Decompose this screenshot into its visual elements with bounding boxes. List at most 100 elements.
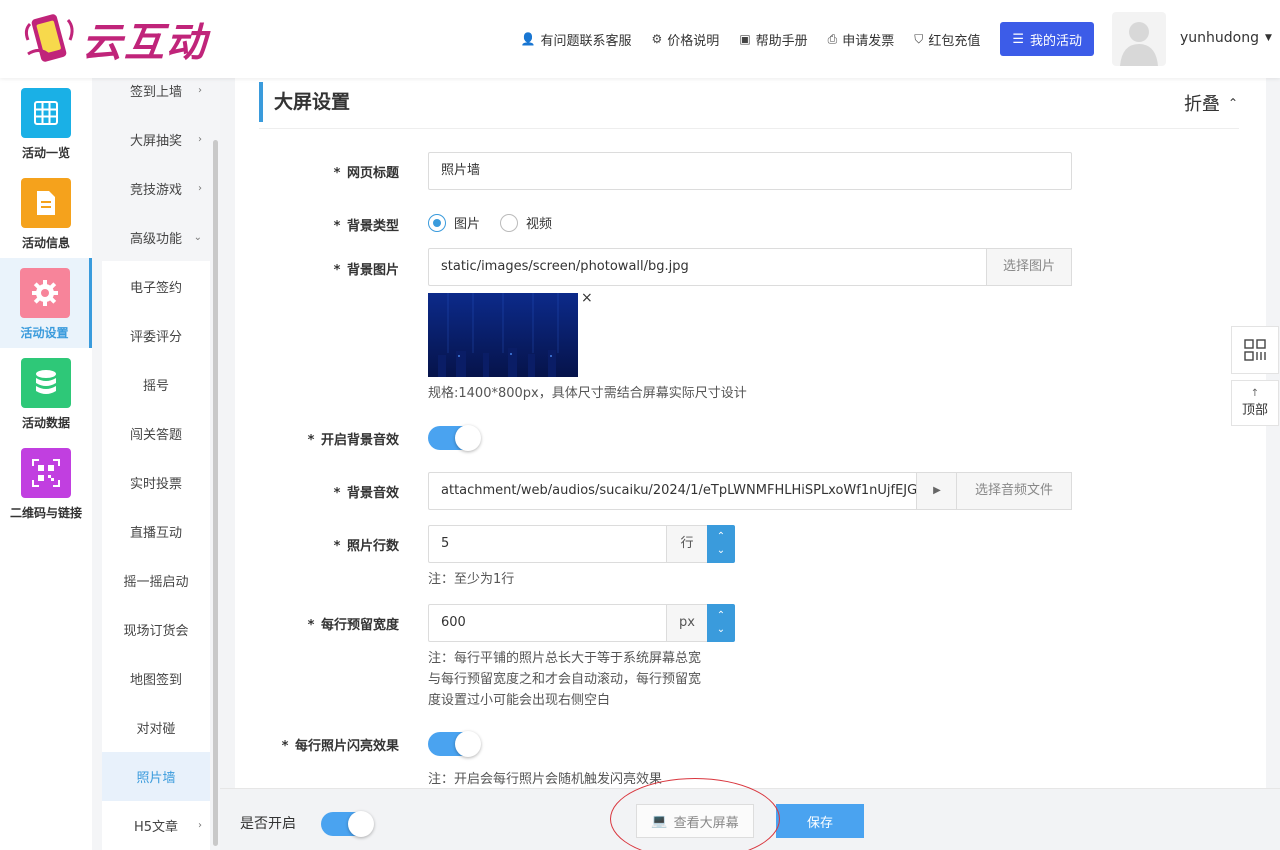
shield-check-icon: ⛉ bbox=[914, 31, 924, 46]
submenu-item-label: 直播互动 bbox=[129, 526, 182, 541]
username-label: yunhudong bbox=[1180, 30, 1259, 46]
user-silhouette-icon bbox=[1120, 22, 1158, 66]
play-audio-button[interactable]: ▶ bbox=[916, 472, 958, 510]
top-nav: 👤 有问题联系客服 ⚙ 价格说明 ▣ 帮助手册 ⎙ 申请发票 ⛉ 红包充值 ☰ … bbox=[521, 22, 1094, 56]
bg-music-input[interactable]: attachment/web/audios/sucaiku/2024/1/eTp… bbox=[428, 472, 918, 510]
chevron-right-icon: › bbox=[198, 134, 202, 145]
choose-audio-button[interactable]: 选择音频文件 bbox=[956, 472, 1072, 510]
bg-music-toggle[interactable] bbox=[428, 425, 481, 451]
redpacket-recharge-link[interactable]: ⛉ 红包充值 bbox=[914, 30, 980, 49]
qrcode-icon bbox=[21, 448, 71, 498]
sidebar-item-activity-settings[interactable]: 活动设置 bbox=[0, 258, 92, 348]
page-title-input[interactable]: 照片墙 bbox=[428, 152, 1072, 190]
user-menu[interactable]: yunhudong ▼ bbox=[1180, 30, 1272, 46]
sidebar-item-label: 活动设置 bbox=[20, 326, 69, 340]
invoice-label: 申请发票 bbox=[842, 33, 895, 49]
chevron-down-icon: ⌄ bbox=[193, 232, 202, 243]
radio-unchecked-icon bbox=[500, 213, 518, 232]
bg-music-label: * 背景音效 bbox=[333, 486, 399, 501]
avatar[interactable] bbox=[1112, 12, 1166, 66]
sidebar-item-qrcode-links[interactable]: 二维码与链接 bbox=[0, 438, 92, 528]
user-plus-icon: 👤 bbox=[520, 32, 536, 46]
fold-toggle[interactable]: 折叠 ⌃ bbox=[1184, 90, 1238, 116]
submenu-item-label: 对对碰 bbox=[136, 722, 176, 737]
sidebar-item-label: 二维码与链接 bbox=[9, 506, 82, 520]
chevron-double-up-icon: ⌃ bbox=[1227, 96, 1238, 110]
submenu-item-label: 大屏抽奖 bbox=[129, 134, 182, 149]
bg-type-image-radio[interactable]: 图片 bbox=[428, 213, 480, 232]
submenu-item-games[interactable]: 竞技游戏 › bbox=[102, 164, 210, 213]
chevron-right-icon: › bbox=[198, 820, 202, 831]
submenu-item-label: 竞技游戏 bbox=[129, 183, 182, 198]
back-to-top-button[interactable]: ↑ 顶部 bbox=[1231, 380, 1279, 426]
radio-label: 视频 bbox=[526, 217, 553, 232]
grid-icon bbox=[21, 88, 71, 138]
submenu-item-lottery-number[interactable]: 摇号 bbox=[102, 360, 210, 409]
submenu-item-match-pairs[interactable]: 对对碰 bbox=[102, 703, 210, 752]
save-button[interactable]: 保存 bbox=[776, 804, 864, 838]
arrow-up-icon: ↑ bbox=[1250, 388, 1260, 399]
submenu-item-live-interact[interactable]: 直播互动 bbox=[102, 507, 210, 556]
row-width-input[interactable]: 600 bbox=[428, 604, 668, 642]
book-icon: ▣ bbox=[739, 32, 751, 46]
submenu-item-h5-article[interactable]: H5文章 › bbox=[102, 801, 210, 850]
submenu-item-quiz[interactable]: 闯关答题 bbox=[102, 409, 210, 458]
list-icon: ☰ bbox=[1012, 31, 1024, 47]
bg-type-video-radio[interactable]: 视频 bbox=[500, 213, 552, 232]
submenu-item-live-vote[interactable]: 实时投票 bbox=[102, 458, 210, 507]
flash-effect-toggle[interactable] bbox=[428, 731, 481, 757]
chevron-up-icon: ⌃ bbox=[716, 531, 726, 542]
phone-logo-icon bbox=[20, 10, 78, 68]
submenu-item-label: 签到上墙 bbox=[129, 85, 182, 100]
photo-rows-stepper[interactable]: ⌃ ⌄ bbox=[707, 525, 735, 563]
submenu-item-order-fair[interactable]: 现场订货会 bbox=[102, 605, 210, 654]
submenu-item-checkin-wall[interactable]: 签到上墙 › bbox=[102, 78, 210, 115]
sidebar-item-activity-list[interactable]: 活动一览 bbox=[0, 78, 92, 168]
printer-icon: ⎙ bbox=[827, 31, 838, 46]
submenu-item-photo-wall[interactable]: 照片墙 bbox=[102, 752, 210, 801]
chevron-down-icon: ⌄ bbox=[716, 545, 726, 556]
contact-support-link[interactable]: 👤 有问题联系客服 bbox=[521, 30, 632, 49]
choose-image-button[interactable]: 选择图片 bbox=[986, 248, 1072, 286]
qrcode-float-button[interactable] bbox=[1231, 326, 1279, 374]
chevron-right-icon: › bbox=[198, 85, 202, 96]
row-width-stepper[interactable]: ⌃ ⌄ bbox=[707, 604, 735, 642]
invoice-link[interactable]: ⎙ 申请发票 bbox=[828, 30, 895, 49]
sub-menu: 签到上墙 › 大屏抽奖 › 竞技游戏 › 高级功能 ⌄ 电子签约 评委评分 摇号 闯关答… bbox=[92, 78, 220, 850]
sidebar-item-activity-info[interactable]: 活动信息 bbox=[0, 168, 92, 258]
fold-label: 折叠 bbox=[1183, 94, 1220, 115]
radio-checked-icon bbox=[428, 213, 446, 232]
pricing-link[interactable]: ⚙ 价格说明 bbox=[652, 30, 720, 49]
submenu-item-label: 摇一摇启动 bbox=[123, 575, 189, 590]
enable-toggle[interactable] bbox=[321, 811, 374, 837]
section-divider bbox=[259, 128, 1239, 129]
view-big-screen-button[interactable]: 💻 查看大屏幕 bbox=[636, 804, 754, 838]
my-activity-button[interactable]: ☰ 我的活动 bbox=[1000, 22, 1094, 56]
pricing-label: 价格说明 bbox=[667, 33, 720, 49]
help-manual-link[interactable]: ▣ 帮助手册 bbox=[739, 30, 807, 49]
bg-image-input[interactable]: static/images/screen/photowall/bg.jpg bbox=[428, 248, 988, 286]
submenu-item-label: 摇号 bbox=[142, 379, 169, 394]
row-width-note: 注：每行平铺的照片总长大于等于系统屏幕总宽 与每行预留宽度之和才会自动滚动，每行… bbox=[428, 651, 702, 708]
submenu-item-shake-start[interactable]: 摇一摇启动 bbox=[102, 556, 210, 605]
remove-image-icon[interactable]: × bbox=[581, 290, 593, 306]
bg-type-label: * 背景类型 bbox=[333, 219, 399, 234]
submenu-item-judge-score[interactable]: 评委评分 bbox=[102, 311, 210, 360]
submenu-item-label: 现场订货会 bbox=[123, 624, 189, 639]
database-icon bbox=[21, 358, 71, 408]
submenu-item-label: 照片墙 bbox=[136, 771, 176, 786]
chevron-up-icon: ⌃ bbox=[716, 610, 726, 621]
submenu-item-map-checkin[interactable]: 地图签到 bbox=[102, 654, 210, 703]
submenu-item-label: 闯关答题 bbox=[129, 428, 182, 443]
gear-icon bbox=[19, 268, 70, 318]
submenu-scrollbar[interactable] bbox=[213, 140, 218, 846]
sidebar-item-activity-data[interactable]: 活动数据 bbox=[0, 348, 92, 438]
photo-rows-input[interactable]: 5 bbox=[428, 525, 668, 563]
logo[interactable]: 云互动 bbox=[20, 10, 208, 68]
photo-rows-unit: 行 bbox=[666, 525, 708, 563]
page-title-label: * 网页标题 bbox=[333, 166, 399, 181]
submenu-item-advanced[interactable]: 高级功能 ⌄ bbox=[102, 213, 210, 262]
submenu-item-e-sign[interactable]: 电子签约 bbox=[102, 262, 210, 311]
submenu-item-screen-lottery[interactable]: 大屏抽奖 › bbox=[102, 115, 210, 164]
sidebar-item-label: 活动信息 bbox=[21, 236, 70, 250]
